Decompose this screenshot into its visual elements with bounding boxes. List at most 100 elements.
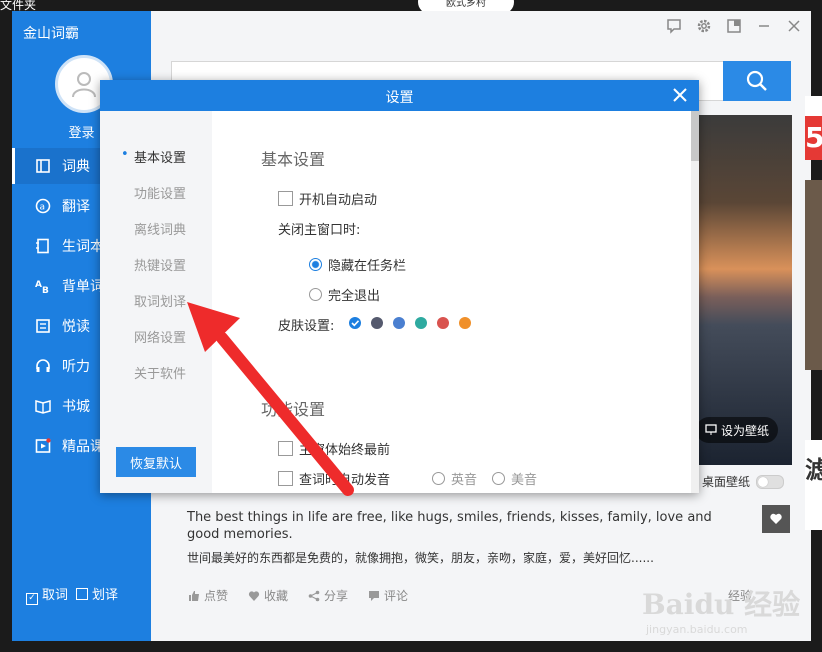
bottom-options: ✓ 取词 划译	[26, 584, 118, 605]
menu-item-about[interactable]: 关于软件	[134, 363, 186, 382]
daily-quote-chinese: 世间最美好的东西都是免费的，就像拥抱，微笑，朋友，亲吻，家庭，爱，美好回忆...…	[187, 551, 654, 565]
american-pron-radio[interactable]: 美音	[492, 469, 537, 488]
settings-menu: 基本设置 功能设置 离线词典 热键设置 取词划译 网络设置 关于软件 恢复默认	[100, 111, 212, 493]
quit-completely-radio[interactable]: 完全退出	[309, 285, 380, 304]
reset-defaults-button[interactable]: 恢复默认	[116, 447, 196, 477]
sidebar-item-label: 生词本	[62, 239, 104, 255]
autostart-label: 开机自动启动	[299, 193, 378, 208]
sidebar-item-label: 词典	[62, 159, 90, 175]
favorite-button[interactable]	[762, 505, 790, 533]
settings-content: 基本设置 开机自动启动 关闭主窗口时: 隐藏在任务栏 完全退出 皮肤设置: 功能…	[212, 111, 690, 493]
search-button[interactable]	[723, 61, 791, 101]
headphone-icon	[34, 357, 52, 375]
skin-label: 皮肤设置:	[278, 319, 335, 334]
edge-text-2: 滤	[805, 440, 822, 530]
hide-in-tray-label: 隐藏在任务栏	[328, 259, 407, 274]
comment-button[interactable]: 评论	[368, 587, 408, 604]
set-wallpaper-label: 设为壁纸	[720, 423, 769, 438]
toggle-switch[interactable]	[756, 474, 785, 489]
video-icon	[34, 437, 52, 455]
desktop-wallpaper-label: 桌面壁纸	[702, 475, 751, 489]
menu-item-function[interactable]: 功能设置	[134, 183, 186, 202]
autostart-checkbox[interactable]: 开机自动启动	[278, 189, 377, 208]
svg-text:A: A	[35, 280, 42, 290]
dictionary-icon	[34, 157, 52, 175]
close-window-label: 关闭主窗口时:	[278, 223, 361, 238]
skin-swatches	[349, 317, 481, 329]
heart-icon	[248, 590, 260, 601]
set-wallpaper-button[interactable]: 设为壁纸	[696, 417, 778, 443]
mini-mode-icon[interactable]	[725, 17, 743, 35]
app-title: 金山词霸	[23, 26, 79, 42]
svg-text:a: a	[40, 203, 46, 213]
translate-icon: a	[34, 197, 52, 215]
section-title-basic: 基本设置	[261, 150, 326, 169]
menu-item-offline-dict[interactable]: 离线词典	[134, 219, 186, 238]
check-icon: ✓	[26, 593, 38, 605]
desktop-wallpaper-toggle[interactable]: 桌面壁纸	[702, 473, 785, 490]
dialog-header: 设置	[100, 80, 699, 111]
sidebar-item-label: 听力	[62, 359, 90, 375]
close-icon[interactable]	[785, 17, 803, 35]
scrollbar-thumb[interactable]	[691, 111, 699, 161]
british-pron-radio[interactable]: 英音	[432, 469, 477, 488]
sidebar-item-label: 背单词	[62, 279, 104, 295]
reading-icon	[34, 317, 52, 335]
sidebar-item-label: 翻译	[62, 199, 90, 215]
section-title-function: 功能设置	[261, 400, 326, 419]
british-pron-label: 英音	[451, 473, 478, 488]
share-icon	[308, 590, 320, 601]
minimize-icon[interactable]	[755, 17, 773, 35]
skin-swatch[interactable]	[393, 317, 405, 329]
monitor-icon	[705, 424, 717, 435]
gear-icon[interactable]	[695, 17, 713, 35]
skin-swatch-selected[interactable]	[349, 317, 361, 329]
background-window-image	[805, 180, 822, 370]
baidu-watermark: Baidu 经验	[642, 588, 801, 621]
menu-item-capture[interactable]: 取词划译	[134, 291, 186, 310]
huayi-checkbox[interactable]: 划译	[76, 584, 118, 605]
like-button[interactable]: 点赞	[188, 587, 228, 604]
auto-pronounce-label: 查词时自动发音	[299, 473, 391, 488]
skin-swatch[interactable]	[415, 317, 427, 329]
baidu-watermark-url: jingyan.baidu.com	[646, 623, 748, 636]
skin-swatch[interactable]	[371, 317, 383, 329]
settings-scrollbar[interactable]	[691, 111, 699, 493]
heart-icon	[770, 513, 782, 524]
sidebar-item-label: 精品课	[62, 439, 104, 455]
huayi-label: 划译	[92, 588, 119, 603]
always-on-top-label: 主窗体始终最前	[299, 443, 391, 458]
skin-swatch[interactable]	[437, 317, 449, 329]
american-pron-label: 美音	[511, 473, 538, 488]
quci-label: 取词	[42, 588, 69, 603]
user-icon	[72, 72, 96, 98]
dialog-close-button[interactable]	[669, 84, 691, 106]
menu-item-network[interactable]: 网络设置	[134, 327, 186, 346]
hide-in-tray-radio[interactable]: 隐藏在任务栏	[309, 255, 406, 274]
thumbs-up-icon	[189, 590, 199, 601]
search-icon	[746, 70, 767, 91]
book-icon	[34, 397, 52, 415]
always-on-top-checkbox[interactable]: 主窗体始终最前	[278, 439, 390, 458]
auto-pronounce-checkbox[interactable]: 查词时自动发音	[278, 469, 390, 488]
close-icon	[673, 88, 687, 102]
sidebar-item-label: 书城	[62, 399, 90, 415]
dialog-title: 设置	[385, 90, 414, 106]
menu-item-hotkey[interactable]: 热键设置	[134, 255, 186, 274]
sidebar-item-label: 悦读	[62, 319, 90, 335]
svg-text:B: B	[42, 286, 49, 294]
menu-item-basic[interactable]: 基本设置	[121, 147, 186, 166]
feedback-icon[interactable]	[665, 17, 683, 35]
check-icon	[351, 320, 360, 327]
skin-swatch[interactable]	[459, 317, 471, 329]
collect-button[interactable]: 收藏	[248, 587, 288, 604]
quci-checkbox[interactable]: ✓ 取词	[26, 584, 68, 605]
quit-completely-label: 完全退出	[328, 289, 381, 304]
settings-dialog: 设置 基本设置 功能设置 离线词典 热键设置 取词划译 网络设置 关于软件 恢复…	[100, 80, 699, 493]
vocab-icon: AB	[34, 277, 52, 295]
daily-quote-english: The best things in life are free, like h…	[187, 510, 712, 542]
share-button[interactable]: 分享	[308, 587, 348, 604]
notebook-icon	[34, 237, 52, 255]
comment-icon	[369, 590, 380, 601]
quote-actions: 点赞 收藏 分享 评论	[188, 587, 408, 604]
